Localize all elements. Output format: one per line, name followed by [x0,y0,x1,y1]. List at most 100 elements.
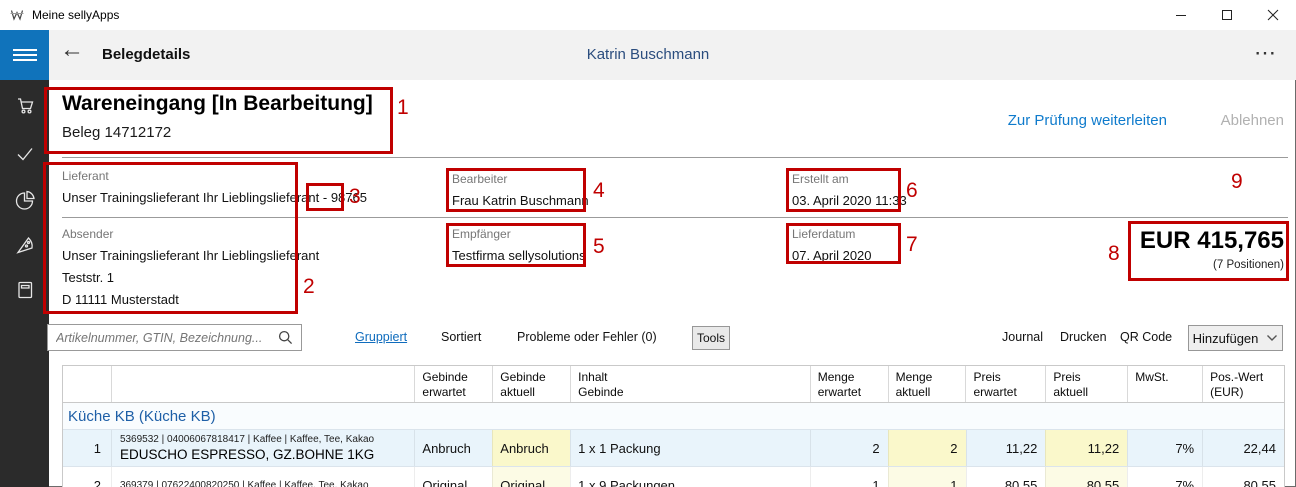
lieferdatum-value: 07. April 2020 [792,248,872,263]
absender-line-3: D 11111 Musterstadt [62,292,179,307]
chevron-down-icon [1266,334,1278,342]
cell-pos-wert: 80,55 [1202,467,1284,487]
cell-gebinde-aktuell[interactable]: Anbruch [492,430,570,466]
qr-code-link[interactable]: QR Code [1120,330,1172,344]
absender-line-1: Unser Trainingslieferant Ihr Lieblingsli… [62,248,319,263]
cell-artikel: 369379 | 07622400820250 | Kaffee | Kaffe… [111,467,414,487]
pizza-slice-icon [14,234,36,256]
tools-button[interactable]: Tools [692,326,730,350]
sidebar-item-food[interactable] [0,225,49,265]
cell-mwst: 7% [1127,430,1202,466]
app-window: Meine sellyApps ← Belegdetails Katrin Bu… [0,0,1296,487]
cell-preis-erwartet: 80,55 [966,467,1046,487]
drucken-link[interactable]: Drucken [1060,330,1107,344]
search-box [47,324,302,351]
tab-sortiert[interactable]: Sortiert [441,330,481,344]
ellipsis-icon: ⋯ [1254,40,1277,65]
document-number: Beleg 14712172 [62,124,171,141]
annotation-number-5: 5 [593,235,605,259]
total-amount: EUR 415,765 [1140,227,1284,255]
journal-link[interactable]: Journal [1002,330,1043,344]
more-button[interactable]: ⋯ [1254,40,1277,66]
lieferdatum-label: Lieferdatum [792,227,855,241]
bearbeiter-label: Bearbeiter [452,172,507,186]
sidebar-item-tasks[interactable] [0,134,49,174]
sidebar-item-cart[interactable] [0,86,49,126]
minimize-icon [1175,9,1187,21]
cell-gebinde-aktuell[interactable]: Original [492,467,570,487]
empfaenger-value: Testfirma sellysolutions [452,248,586,263]
document-title: Wareneingang [In Bearbeitung] [62,92,373,116]
cell-preis-aktuell[interactable]: 80,55 [1045,467,1127,487]
cell-gebinde-erwartet: Original [414,467,492,487]
group-row[interactable]: Küche KB (Küche KB) [63,403,1284,429]
annotation-number-4: 4 [593,179,605,203]
artikel-meta: 369379 | 07622400820250 | Kaffee | Kaffe… [120,479,369,487]
col-header-gebinde-erwartet: Gebinde erwartet [414,366,492,402]
lieferant-name: Unser Trainingslieferant Ihr Lieblingsli… [62,190,331,205]
absender-line-2: Teststr. 1 [62,270,114,285]
divider [62,157,1288,158]
annotation-number-6: 6 [906,179,918,203]
cell-menge-aktuell[interactable]: 2 [888,430,966,466]
artikel-meta: 5369532 | 04006067818417 | Kaffee | Kaff… [120,433,374,446]
forward-for-review-link[interactable]: Zur Prüfung weiterleiten [1008,112,1167,129]
cell-gebinde-erwartet: Anbruch [414,430,492,466]
table-row[interactable]: 2 369379 | 07622400820250 | Kaffee | Kaf… [63,466,1284,487]
title-bar: Meine sellyApps [0,0,1296,30]
search-icon[interactable] [278,330,293,345]
col-header-mwst: MwSt. [1127,366,1202,402]
tab-gruppiert[interactable]: Gruppiert [355,330,407,344]
app-icon [9,7,25,23]
col-header-nr [63,366,111,402]
table-row[interactable]: 1 5369532 | 04006067818417 | Kaffee | Ka… [63,429,1284,466]
erstellt-am-value: 03. April 2020 11:33 [792,193,907,208]
maximize-button[interactable] [1204,0,1250,30]
cell-menge-erwartet: 2 [810,430,888,466]
cell-inhalt-gebinde: 1 x 1 Packung [570,430,810,466]
annotation-number-8: 8 [1108,242,1120,266]
annotation-number-9: 9 [1231,170,1243,194]
sidebar-item-statistics[interactable] [0,180,49,220]
col-header-pos-wert: Pos.-Wert (EUR) [1202,366,1284,402]
sidebar [0,80,49,487]
minimize-button[interactable] [1158,0,1204,30]
cell-menge-aktuell[interactable]: 1 [888,467,966,487]
hinzufuegen-label: Hinzufügen [1193,331,1259,346]
erstellt-am-label: Erstellt am [792,172,849,186]
col-header-artikel [111,366,414,402]
col-header-preis-aktuell: Preis aktuell [1045,366,1127,402]
cell-artikel: 5369532 | 04006067818417 | Kaffee | Kaff… [111,430,414,466]
cell-preis-aktuell[interactable]: 11,22 [1045,430,1127,466]
col-header-preis-erwartet: Preis erwartet [965,366,1045,402]
annotation-number-7: 7 [906,233,918,257]
cell-inhalt-gebinde: 1 x 9 Packungen [570,467,810,487]
table-header-row: Gebinde erwartet Gebinde aktuell Inhalt … [63,366,1284,403]
absender-label: Absender [62,227,113,241]
tab-probleme-oder-fehler[interactable]: Probleme oder Fehler (0) [517,330,657,344]
maximize-icon [1221,9,1233,21]
annotation-number-3: 3 [349,185,361,209]
group-label: Küche KB (Küche KB) [63,408,216,425]
cell-menge-erwartet: 1 [810,467,888,487]
annotation-number-1: 1 [397,96,409,120]
close-button[interactable] [1250,0,1296,30]
close-icon [1267,9,1279,21]
cell-nr: 2 [63,467,111,487]
cell-nr: 1 [63,430,111,466]
user-name: Katrin Buschmann [0,46,1296,63]
cell-pos-wert: 22,44 [1202,430,1284,466]
cell-mwst: 7% [1127,467,1202,487]
sidebar-item-journal[interactable] [0,270,49,310]
pie-chart-icon [14,189,36,211]
lieferant-value: Unser Trainingslieferant Ihr Lieblingsli… [62,190,367,205]
check-icon [14,143,36,165]
book-icon [14,279,36,301]
hinzufuegen-button[interactable]: Hinzufügen [1188,325,1283,351]
reject-link: Ablehnen [1221,112,1284,129]
search-input[interactable] [48,331,278,345]
total-positions: (7 Positionen) [1213,259,1284,271]
col-header-menge-aktuell: Menge aktuell [888,366,966,402]
artikel-name: EDUSCHO ESPRESSO, GZ.BOHNE 1KG [120,446,374,463]
lieferant-label: Lieferant [62,169,109,183]
